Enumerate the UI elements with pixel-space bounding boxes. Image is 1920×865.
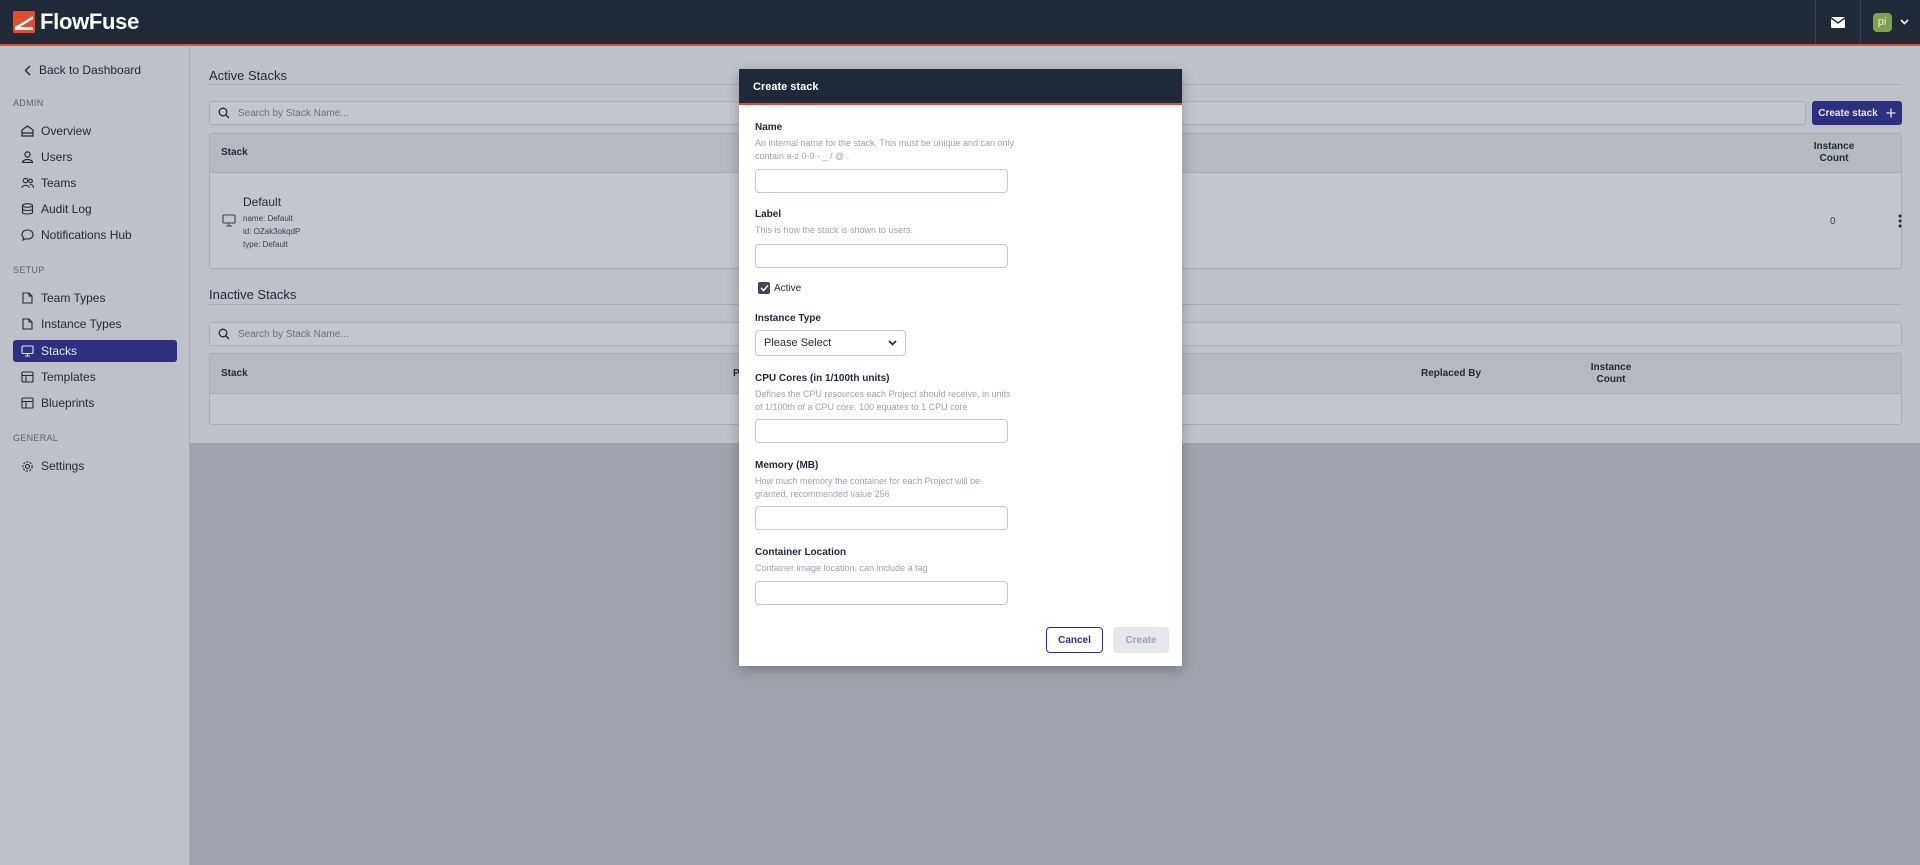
- sidebar-item-label: Instance Types: [41, 317, 122, 331]
- sidebar-item-settings[interactable]: Settings: [13, 455, 177, 477]
- chevron-down-icon: [888, 340, 897, 346]
- stack-meta-id: id: OZak3okqdP: [243, 227, 301, 236]
- chevron-left-icon: [24, 65, 31, 75]
- app-name: FlowFuse: [40, 9, 140, 34]
- cpu-input[interactable]: [755, 419, 1008, 443]
- check-icon: [759, 284, 769, 292]
- notifications-button[interactable]: [1815, 0, 1860, 44]
- sidebar-item-notifications-hub[interactable]: Notifications Hub: [13, 224, 177, 246]
- chevron-down-icon: [1899, 19, 1909, 25]
- create-stack-label: Create stack: [1818, 107, 1878, 119]
- cpu-help: Defines the CPU resources each Project s…: [755, 389, 1011, 412]
- sidebar-item-audit-log[interactable]: Audit Log: [13, 198, 177, 220]
- sidebar-item-label: Settings: [41, 459, 85, 473]
- create-button[interactable]: Create: [1113, 627, 1169, 653]
- column-header-stack: Stack: [221, 147, 248, 158]
- section-label-general: GENERAL: [13, 433, 59, 443]
- create-stack-dialog: Create stack Name An internal name for t…: [739, 69, 1182, 666]
- name-label: Name: [755, 122, 783, 133]
- mail-icon: [1831, 16, 1845, 28]
- template-icon: [21, 371, 34, 383]
- column-header-stack: Stack: [221, 368, 248, 379]
- label-label: Label: [755, 209, 782, 220]
- label-help: This is how the stack is shown to users.: [755, 225, 914, 235]
- label-input[interactable]: [755, 244, 1008, 268]
- stack-meta-name: name: Default: [243, 214, 293, 223]
- user-menu-button[interactable]: pi: [1860, 0, 1920, 44]
- cpu-label: CPU Cores (in 1/100th units): [755, 373, 890, 384]
- search-icon: [218, 328, 230, 340]
- avatar: pi: [1872, 12, 1892, 32]
- search-placeholder: Search by Stack Name...: [238, 328, 349, 340]
- document-icon: [22, 318, 33, 330]
- template-icon: [21, 397, 34, 409]
- sidebar-item-instance-types[interactable]: Instance Types: [13, 313, 177, 335]
- container-location-input[interactable]: [755, 581, 1008, 605]
- column-header-instance-count: Instance Count: [1590, 362, 1632, 385]
- kebab-menu-icon[interactable]: [1898, 214, 1902, 228]
- memory-help: How much memory the container for each P…: [755, 476, 981, 499]
- column-header-replaced-by: Replaced By: [1420, 368, 1482, 379]
- desktop-icon: [222, 214, 236, 227]
- sidebar-item-label: Templates: [41, 370, 96, 384]
- user-icon: [21, 151, 34, 163]
- flowfuse-logo[interactable]: FlowFuse: [13, 9, 139, 35]
- stack-name: Default: [243, 195, 282, 209]
- sidebar-item-stacks[interactable]: Stacks: [13, 340, 177, 362]
- instance-count: 0: [1830, 216, 1836, 227]
- sidebar-item-label: Overview: [41, 124, 92, 138]
- top-bar: FlowFuse pi: [0, 0, 1920, 46]
- column-header-instance-count: Instance Count: [1813, 141, 1855, 164]
- section-label-setup: SETUP: [13, 265, 45, 275]
- sidebar-item-label: Users: [41, 150, 73, 164]
- sidebar-item-templates[interactable]: Templates: [13, 366, 177, 388]
- dialog-title: Create stack: [739, 69, 1182, 105]
- create-stack-button[interactable]: Create stack: [1812, 101, 1902, 125]
- inactive-stacks-title: Inactive Stacks: [209, 287, 297, 302]
- cancel-button[interactable]: Cancel: [1046, 627, 1103, 653]
- sidebar-item-teams[interactable]: Teams: [13, 172, 177, 194]
- sidebar-item-blueprints[interactable]: Blueprints: [13, 392, 177, 414]
- name-help: An internal name for the stack. This mus…: [755, 138, 1014, 161]
- sidebar-item-team-types[interactable]: Team Types: [13, 287, 177, 309]
- back-to-dashboard-link[interactable]: Back to Dashboard: [24, 63, 141, 77]
- search-icon: [218, 107, 230, 119]
- sidebar-item-label: Team Types: [41, 291, 106, 305]
- active-checkbox-label: Active: [774, 283, 802, 294]
- plus-icon: [1886, 108, 1896, 118]
- active-stacks-title: Active Stacks: [209, 68, 288, 83]
- gear-icon: [22, 460, 33, 472]
- container-location-label: Container Location: [755, 547, 847, 558]
- chat-icon: [21, 229, 34, 241]
- sidebar-item-label: Blueprints: [41, 396, 95, 410]
- sidebar-item-label: Notifications Hub: [41, 228, 132, 242]
- instance-type-label: Instance Type: [755, 313, 821, 324]
- sidebar-item-overview[interactable]: Overview: [13, 120, 177, 142]
- admin-sidebar: Back to Dashboard ADMIN Overview Users T…: [0, 46, 190, 865]
- memory-input[interactable]: [755, 506, 1008, 530]
- sidebar-item-users[interactable]: Users: [13, 146, 177, 168]
- container-location-help: Container image location, can include a …: [755, 563, 928, 573]
- users-icon: [21, 177, 34, 189]
- memory-label: Memory (MB): [755, 460, 819, 471]
- instance-type-select[interactable]: Please Select: [755, 330, 906, 356]
- search-placeholder: Search by Stack Name...: [238, 107, 349, 119]
- document-icon: [22, 292, 33, 304]
- building-icon: [21, 125, 34, 137]
- desktop-icon: [21, 345, 34, 357]
- active-checkbox[interactable]: [758, 282, 770, 294]
- sidebar-item-label: Audit Log: [41, 202, 92, 216]
- flowfuse-logo-icon: [13, 11, 35, 33]
- back-label: Back to Dashboard: [39, 63, 142, 77]
- database-icon: [21, 203, 34, 215]
- stack-meta-type: type: Default: [243, 240, 288, 249]
- sidebar-item-label: Stacks: [41, 344, 78, 358]
- instance-type-value: Please Select: [764, 337, 832, 349]
- sidebar-item-label: Teams: [41, 176, 77, 190]
- name-input[interactable]: [755, 169, 1008, 193]
- section-label-admin: ADMIN: [13, 98, 44, 108]
